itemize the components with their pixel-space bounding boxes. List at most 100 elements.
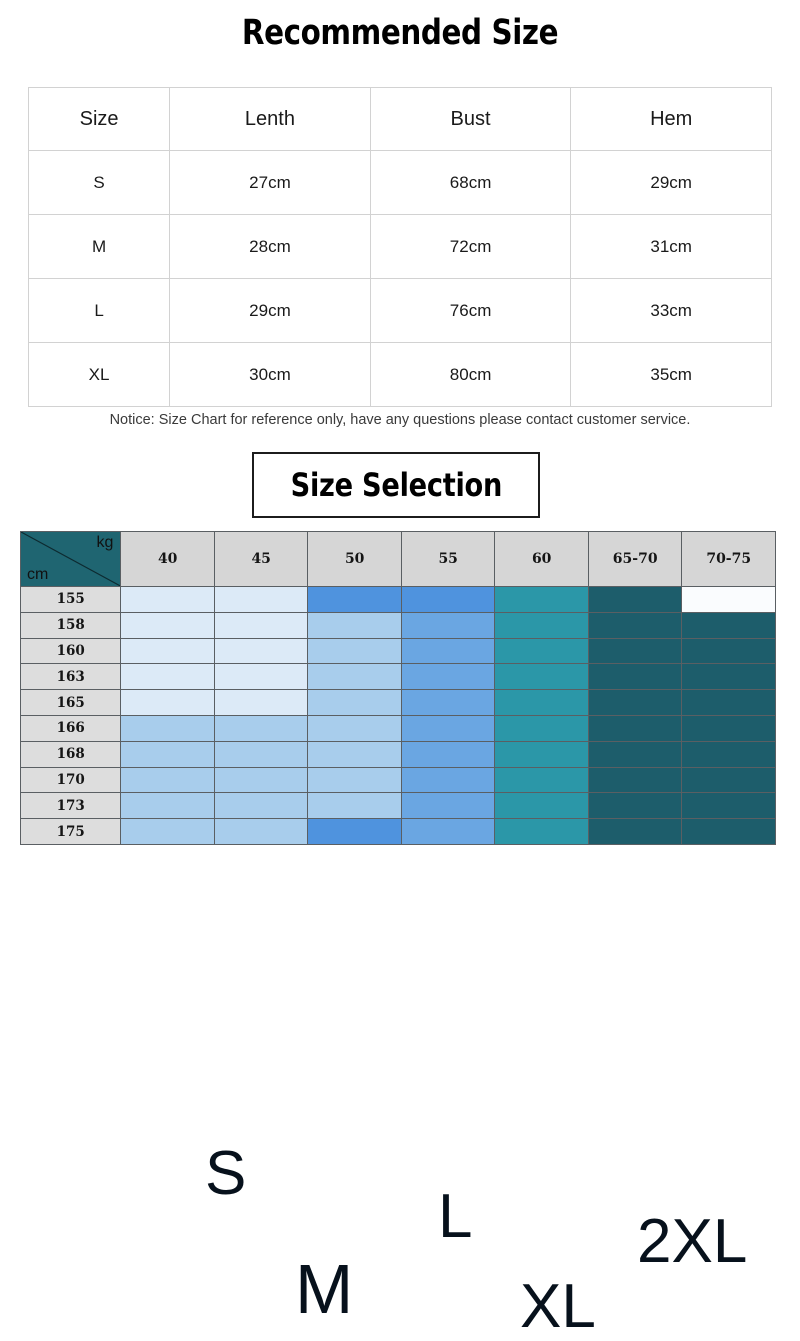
size-selection-title-box: Size Selection — [252, 452, 540, 518]
cell-bust: 80cm — [369, 342, 572, 407]
grid-cell[interactable] — [681, 586, 776, 613]
grid-weight-header: 45 — [213, 531, 309, 587]
grid-cell[interactable] — [681, 689, 776, 716]
grid-cell[interactable] — [681, 792, 776, 820]
grid-cell[interactable] — [213, 792, 309, 820]
grid-row: 173 — [19, 792, 776, 820]
grid-cell[interactable] — [587, 689, 683, 716]
grid-cell[interactable] — [213, 818, 309, 845]
grid-cell[interactable] — [213, 586, 309, 613]
grid-cell[interactable] — [307, 766, 402, 794]
grid-header-row: kg cm 40 45 50 55 60 65-70 70-75 — [19, 531, 776, 587]
grid-cell[interactable] — [681, 611, 776, 639]
grid-cell[interactable] — [120, 740, 215, 768]
cell-size: XL — [27, 342, 171, 407]
cell-lenth: 30cm — [169, 342, 371, 407]
grid-cell[interactable] — [213, 611, 309, 639]
grid-cell[interactable] — [213, 637, 309, 665]
column-header-hem: Hem — [570, 87, 772, 151]
grid-cell[interactable] — [494, 586, 589, 613]
grid-cell[interactable] — [120, 611, 215, 639]
grid-cell[interactable] — [400, 714, 496, 742]
grid-row: 163 — [19, 663, 776, 691]
grid-cell[interactable] — [681, 637, 776, 665]
grid-cell[interactable] — [307, 663, 402, 691]
grid-cell[interactable] — [494, 766, 589, 794]
grid-height-header: 173 — [19, 792, 122, 820]
grid-cell[interactable] — [213, 714, 309, 742]
grid-height-header: 165 — [19, 689, 122, 716]
cell-bust: 72cm — [369, 214, 572, 279]
grid-cell[interactable] — [400, 766, 496, 794]
grid-cell[interactable] — [587, 611, 683, 639]
size-selection-grid: kg cm 40 45 50 55 60 65-70 70-75 155 158 160 163 165 1… — [19, 531, 776, 1338]
grid-cell[interactable] — [400, 689, 496, 716]
grid-weight-header: 50 — [307, 531, 402, 587]
grid-cell[interactable] — [120, 818, 215, 845]
grid-cell[interactable] — [307, 740, 402, 768]
grid-cell[interactable] — [213, 740, 309, 768]
recommended-size-table: Size Lenth Bust Hem S 27cm 68cm 29cm M 2… — [27, 87, 772, 407]
grid-row: 158 — [19, 611, 776, 639]
grid-cell[interactable] — [120, 792, 215, 820]
grid-cell[interactable] — [400, 792, 496, 820]
grid-cell[interactable] — [120, 766, 215, 794]
grid-row: 175 — [19, 818, 776, 845]
grid-cell[interactable] — [400, 663, 496, 691]
grid-cell[interactable] — [120, 637, 215, 665]
grid-weight-header: 40 — [120, 531, 215, 587]
grid-cell[interactable] — [120, 689, 215, 716]
grid-cell[interactable] — [307, 689, 402, 716]
grid-cell[interactable] — [494, 792, 589, 820]
grid-cell[interactable] — [494, 611, 589, 639]
table-row: XL 30cm 80cm 35cm — [27, 342, 772, 407]
grid-cell[interactable] — [120, 714, 215, 742]
cell-size: M — [27, 214, 171, 279]
grid-cell[interactable] — [494, 818, 589, 845]
grid-cell[interactable] — [681, 766, 776, 794]
grid-cell[interactable] — [400, 586, 496, 613]
grid-cell[interactable] — [307, 792, 402, 820]
grid-cell[interactable] — [587, 818, 683, 845]
cell-lenth: 29cm — [169, 278, 371, 343]
column-header-bust: Bust — [369, 87, 572, 151]
grid-cell[interactable] — [494, 637, 589, 665]
cell-bust: 68cm — [369, 150, 572, 215]
grid-cell[interactable] — [587, 714, 683, 742]
grid-row: 155 — [19, 586, 776, 613]
grid-cell[interactable] — [400, 818, 496, 845]
grid-cell[interactable] — [681, 663, 776, 691]
grid-cell[interactable] — [494, 714, 589, 742]
grid-cell[interactable] — [681, 714, 776, 742]
grid-cell[interactable] — [307, 611, 402, 639]
grid-cell[interactable] — [400, 637, 496, 665]
grid-cell[interactable] — [494, 663, 589, 691]
grid-cell[interactable] — [213, 689, 309, 716]
grid-cell[interactable] — [120, 586, 215, 613]
grid-height-header: 155 — [19, 586, 122, 613]
grid-cell[interactable] — [120, 663, 215, 691]
table-header-row: Size Lenth Bust Hem — [27, 87, 772, 151]
grid-cell[interactable] — [494, 740, 589, 768]
grid-cell[interactable] — [587, 637, 683, 665]
grid-cell[interactable] — [213, 766, 309, 794]
grid-cell[interactable] — [307, 637, 402, 665]
corner-label-kg: kg — [96, 534, 114, 551]
grid-weight-header: 70-75 — [681, 531, 776, 587]
grid-cell[interactable] — [400, 611, 496, 639]
grid-cell[interactable] — [587, 586, 683, 613]
grid-cell[interactable] — [307, 586, 402, 613]
grid-cell[interactable] — [587, 766, 683, 794]
corner-label-cm: cm — [27, 566, 49, 583]
grid-cell[interactable] — [681, 818, 776, 845]
grid-cell[interactable] — [307, 714, 402, 742]
grid-cell[interactable] — [307, 818, 402, 845]
grid-cell[interactable] — [681, 740, 776, 768]
grid-cell[interactable] — [494, 689, 589, 716]
grid-cell[interactable] — [587, 740, 683, 768]
grid-cell[interactable] — [213, 663, 309, 691]
grid-cell[interactable] — [400, 740, 496, 768]
table-row: M 28cm 72cm 31cm — [27, 214, 772, 279]
grid-cell[interactable] — [587, 663, 683, 691]
grid-cell[interactable] — [587, 792, 683, 820]
